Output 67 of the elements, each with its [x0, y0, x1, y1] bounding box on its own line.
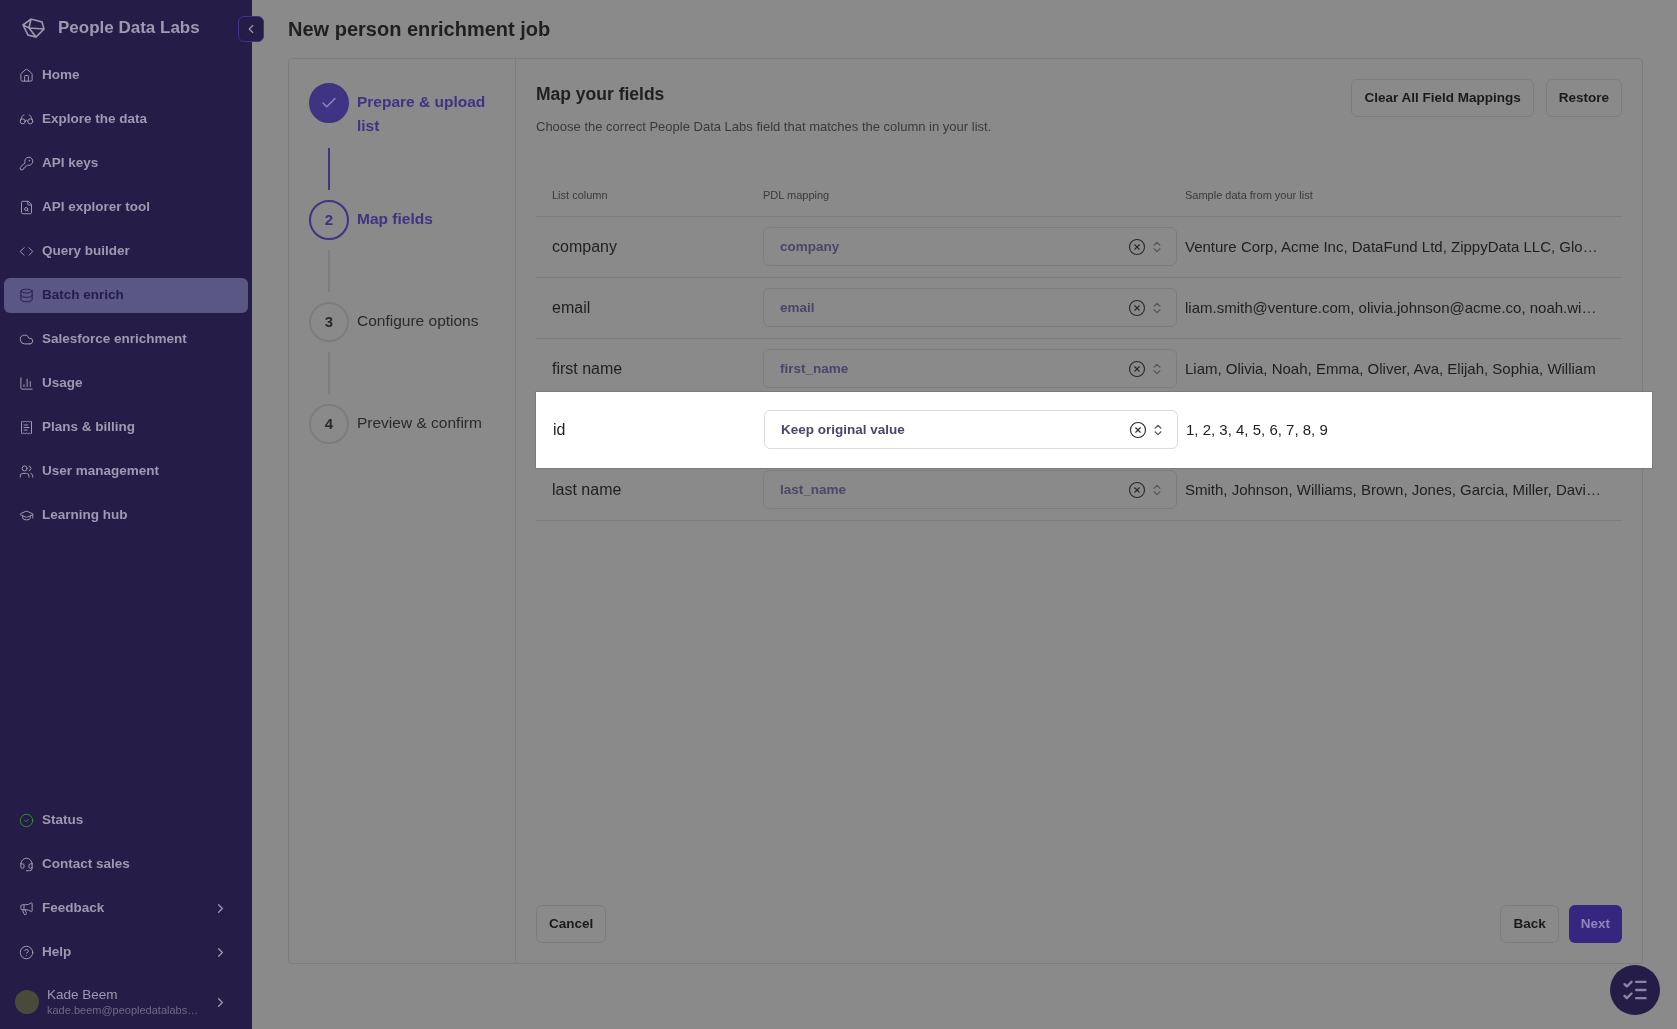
check-circle-icon	[19, 813, 34, 828]
step-label: Map fields	[357, 209, 434, 229]
nav-item[interactable]: Status	[4, 803, 248, 838]
cancel-button[interactable]: Cancel	[536, 905, 607, 943]
table-cell-text: Liam, Olivia, Noah, Emma, Oliver, Ava, Elijah, Sophia, William	[1185, 358, 1597, 379]
cloud-icon	[19, 332, 34, 347]
nav-item[interactable]: Feedback	[4, 891, 248, 926]
clear-icon[interactable]	[1129, 420, 1147, 439]
page-title: New person enrichment job	[288, 17, 552, 42]
nav-item[interactable]: Explore the data	[4, 102, 248, 137]
logo-icon	[20, 16, 46, 40]
table-cell-text: Venture Corp, Acme Inc, DataFund Ltd, ZippyData LLC, Glo…	[1185, 236, 1599, 257]
user-email: kade.beem@peopledatalabs…	[47, 1003, 199, 1018]
nav-item[interactable]: API keys	[4, 146, 248, 181]
avatar	[15, 990, 39, 1014]
table-cell-text: last name	[552, 479, 623, 500]
column-header: List column	[552, 188, 609, 203]
mapping-select[interactable]: Keep original value	[764, 410, 1178, 450]
receipt-icon	[19, 420, 34, 435]
step-label: Configure options	[357, 311, 480, 331]
back-button[interactable]: Back	[1500, 905, 1559, 943]
nav-item[interactable]: Contact sales	[4, 847, 248, 882]
table-cell-text: Smith, Johnson, Williams, Brown, Jones, Garcia, Miller, Davi…	[1185, 479, 1602, 500]
nav-item[interactable]: API explorer tool	[4, 190, 248, 225]
table-cell-text: liam.smith@venture.com, olivia.johnson@acme.co, noah.wi…	[1185, 297, 1598, 318]
nav-item[interactable]: Usage	[4, 366, 248, 401]
nav-item[interactable]: Plans & billing	[4, 410, 248, 445]
home-icon	[19, 68, 34, 83]
action-button[interactable]: Clear All Field Mappings	[1351, 79, 1534, 117]
section-description: Choose the correct People Data Labs field that matches the column in your list.	[536, 118, 992, 137]
section-title: Map your fields	[536, 83, 666, 106]
collapse-sidebar-button[interactable]	[238, 16, 264, 42]
table-cell-text: id	[553, 419, 567, 440]
user-menu[interactable]: Kade Beem kade.beem@peopledatalabs…	[4, 979, 248, 1025]
table-cell-text: email	[552, 297, 592, 318]
nav-item[interactable]: Learning hub	[4, 498, 248, 533]
bar-chart-icon	[19, 376, 34, 391]
step-number: 3	[324, 311, 334, 332]
next-button[interactable]: Next	[1568, 905, 1622, 943]
brand-name: People Data Labs	[58, 17, 200, 40]
key-icon	[19, 156, 34, 171]
help-icon	[19, 945, 34, 960]
glasses-icon	[19, 112, 34, 127]
action-button[interactable]: Restore	[1545, 79, 1622, 117]
headset-icon	[19, 857, 34, 872]
user-name: Kade Beem	[47, 986, 119, 1004]
database-icon	[19, 288, 34, 303]
nav-item[interactable]: Query builder	[4, 234, 248, 269]
nav-item[interactable]: Help	[4, 935, 248, 970]
graduation-cap-icon	[19, 508, 34, 523]
step-number: 2	[324, 209, 334, 230]
code-icon	[19, 244, 34, 259]
nav-item[interactable]: Salesforce enrichment	[4, 322, 248, 357]
step-label: Preview & confirm	[357, 413, 483, 433]
checklist-button[interactable]	[1610, 965, 1660, 1015]
nav-item[interactable]: User management	[4, 454, 248, 489]
step-number: 4	[324, 413, 334, 434]
table-cell-text: company	[552, 236, 618, 257]
table-cell-text: first name	[552, 358, 624, 379]
table-cell-text: 1, 2, 3, 4, 5, 6, 7, 8, 9	[1186, 419, 1329, 440]
column-header: PDL mapping	[763, 188, 831, 203]
file-search-icon	[19, 200, 34, 215]
users-icon	[19, 464, 34, 479]
megaphone-icon	[19, 901, 34, 916]
nav-item[interactable]: Home	[4, 58, 248, 93]
column-header: Sample data from your list	[1185, 188, 1314, 203]
step-label: Prepare & upload list	[357, 92, 487, 136]
